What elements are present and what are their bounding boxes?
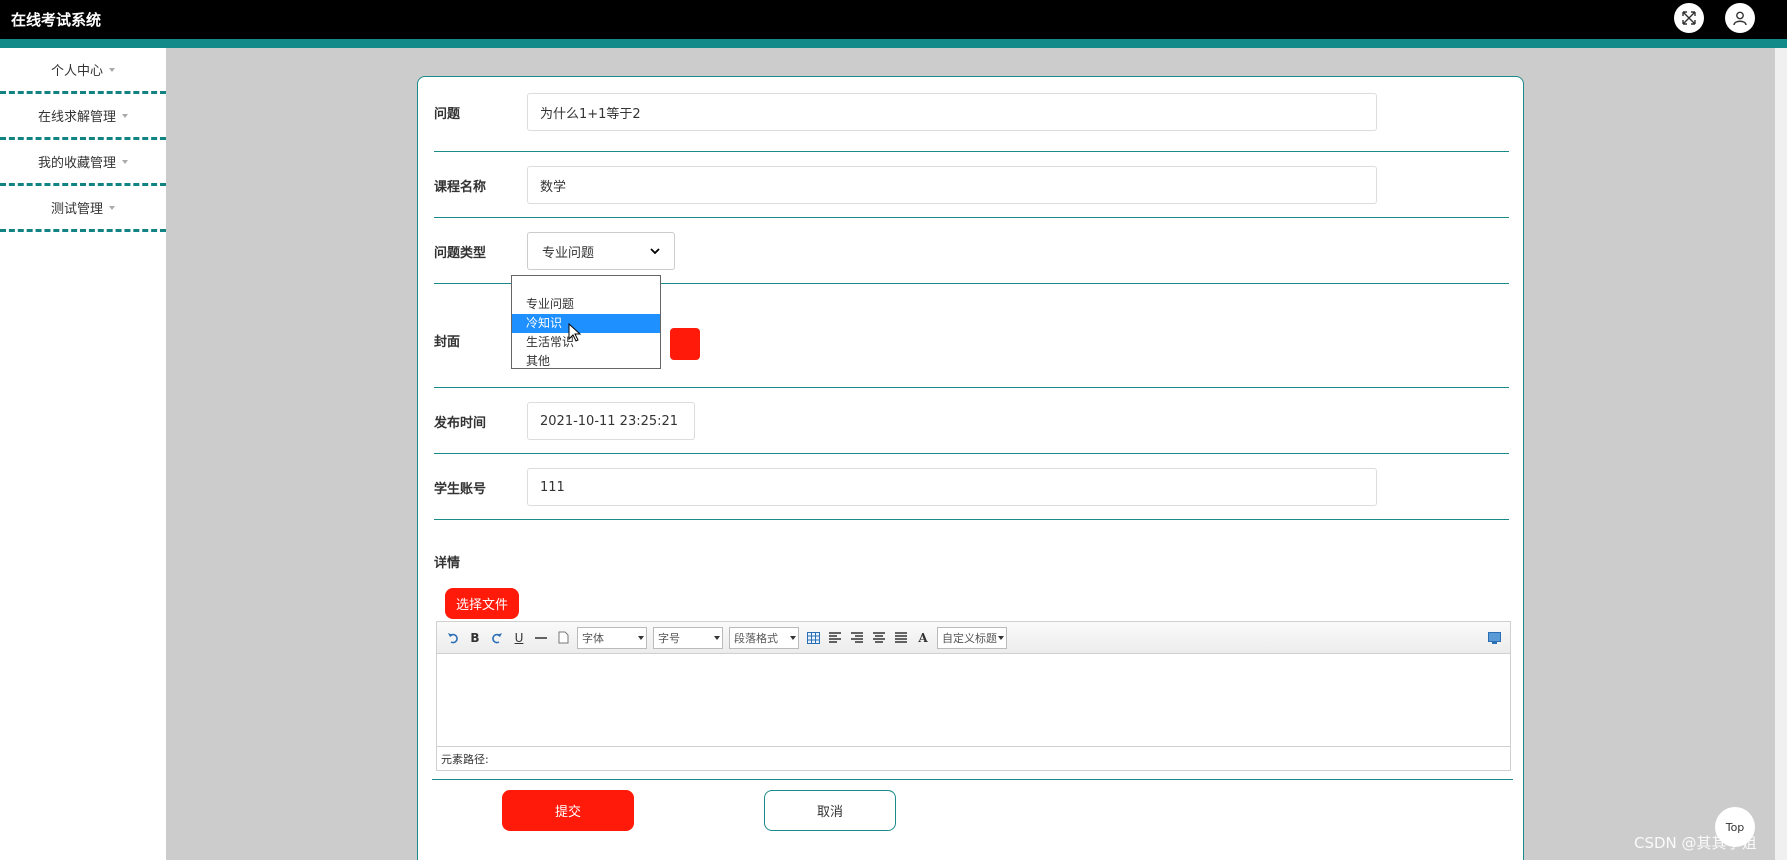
cover-label: 封面: [434, 335, 461, 350]
sidebar-item-personal-center[interactable]: 个人中心: [0, 48, 166, 94]
course-input[interactable]: 数学: [527, 166, 1377, 204]
choose-file-button[interactable]: 选择文件: [445, 588, 519, 619]
font-size-placeholder: 字号: [658, 631, 680, 645]
bold-icon[interactable]: B: [467, 630, 483, 646]
publish-time-input[interactable]: 2021-10-11 23:25:21: [527, 402, 695, 440]
sidebar-item-online-solve[interactable]: 在线求解管理: [0, 94, 166, 140]
watermark: CSDN @其其学姐: [1634, 834, 1757, 852]
redo-icon[interactable]: [489, 630, 505, 646]
underline-icon[interactable]: U: [511, 630, 527, 646]
paragraph-format-placeholder: 段落格式: [734, 631, 778, 645]
sidebar-item-label: 在线求解管理: [37, 110, 116, 125]
caret-down-icon: [122, 113, 128, 118]
type-select[interactable]: 专业问题: [527, 232, 675, 270]
caret-down-icon: [122, 159, 128, 164]
chevron-down-icon: [650, 248, 660, 255]
divider: [432, 779, 1513, 780]
rich-text-editor: B U 字体 字号 段落格式 A 自定义标题 元素路径:: [436, 621, 1511, 771]
custom-title-select[interactable]: 自定义标题: [937, 626, 1007, 649]
new-document-icon[interactable]: [555, 630, 571, 646]
sidebar-item-label: 我的收藏管理: [37, 156, 116, 171]
font-color-icon[interactable]: A: [915, 630, 931, 646]
publish-time-row: 发布时间 2021-10-11 23:25:21: [434, 388, 1509, 454]
align-justify-icon[interactable]: [893, 630, 909, 646]
horizontal-rule-icon[interactable]: [533, 630, 549, 646]
align-center-icon[interactable]: [871, 630, 887, 646]
paragraph-format-select[interactable]: 段落格式: [729, 626, 799, 649]
caret-down-icon: [790, 635, 796, 640]
mouse-cursor-icon: [568, 323, 582, 342]
type-label: 问题类型: [434, 246, 487, 261]
type-option[interactable]: 专业问题: [512, 295, 660, 314]
sidebar-item-label: 测试管理: [50, 202, 103, 217]
caret-down-icon: [109, 205, 115, 210]
user-icon[interactable]: [1725, 3, 1755, 33]
font-family-select[interactable]: 字体: [577, 626, 647, 649]
publish-time-label: 发布时间: [434, 416, 487, 431]
custom-title-placeholder: 自定义标题: [942, 631, 997, 645]
course-row: 课程名称 数学: [434, 152, 1509, 218]
header-accent-strip: [0, 39, 1787, 48]
page-scrollbar[interactable]: [1775, 48, 1787, 860]
question-input[interactable]: 为什么1+1等于2: [527, 93, 1377, 131]
detail-label: 详情: [434, 556, 461, 571]
student-account-label: 学生账号: [434, 482, 487, 497]
type-option-highlighted[interactable]: 冷知识: [512, 314, 660, 333]
sidebar-item-label: 个人中心: [50, 64, 103, 79]
editor-element-path: 元素路径:: [437, 746, 1510, 770]
caret-down-icon: [638, 635, 644, 640]
cancel-button[interactable]: 取消: [764, 790, 896, 831]
type-option[interactable]: 其他: [512, 352, 660, 371]
course-label: 课程名称: [434, 180, 487, 195]
table-icon[interactable]: [805, 630, 821, 646]
type-select-value: 专业问题: [542, 245, 595, 261]
type-option[interactable]: 生活常识: [512, 333, 660, 352]
type-dropdown-list: 专业问题 冷知识 生活常识 其他: [511, 275, 661, 369]
app-title: 在线考试系统: [11, 11, 102, 29]
font-size-select[interactable]: 字号: [653, 626, 723, 649]
caret-down-icon: [714, 635, 720, 640]
question-row: 问题 为什么1+1等于2: [434, 77, 1509, 152]
caret-down-icon: [998, 635, 1004, 640]
sidebar-item-test[interactable]: 测试管理: [0, 186, 166, 232]
student-account-input[interactable]: 111: [527, 468, 1377, 506]
top-bar: 在线考试系统: [0, 0, 1787, 39]
form-card: 问题 为什么1+1等于2 课程名称 数学 问题类型 专业问题 封面 发布时间 2…: [417, 76, 1524, 860]
student-account-row: 学生账号 111: [434, 454, 1509, 520]
source-code-icon[interactable]: [1486, 630, 1502, 646]
submit-button[interactable]: 提交: [502, 790, 634, 831]
caret-down-icon: [109, 67, 115, 72]
sidebar-item-favorites[interactable]: 我的收藏管理: [0, 140, 166, 186]
undo-icon[interactable]: [445, 630, 461, 646]
align-left-icon[interactable]: [827, 630, 843, 646]
fullscreen-icon[interactable]: [1674, 3, 1704, 33]
cover-upload-button[interactable]: [670, 328, 700, 360]
editor-content-area[interactable]: [437, 654, 1510, 746]
question-label: 问题: [434, 107, 461, 122]
sidebar: 个人中心 在线求解管理 我的收藏管理 测试管理: [0, 48, 166, 860]
editor-toolbar: B U 字体 字号 段落格式 A 自定义标题: [437, 622, 1510, 654]
font-family-placeholder: 字体: [582, 631, 604, 645]
align-right-icon[interactable]: [849, 630, 865, 646]
